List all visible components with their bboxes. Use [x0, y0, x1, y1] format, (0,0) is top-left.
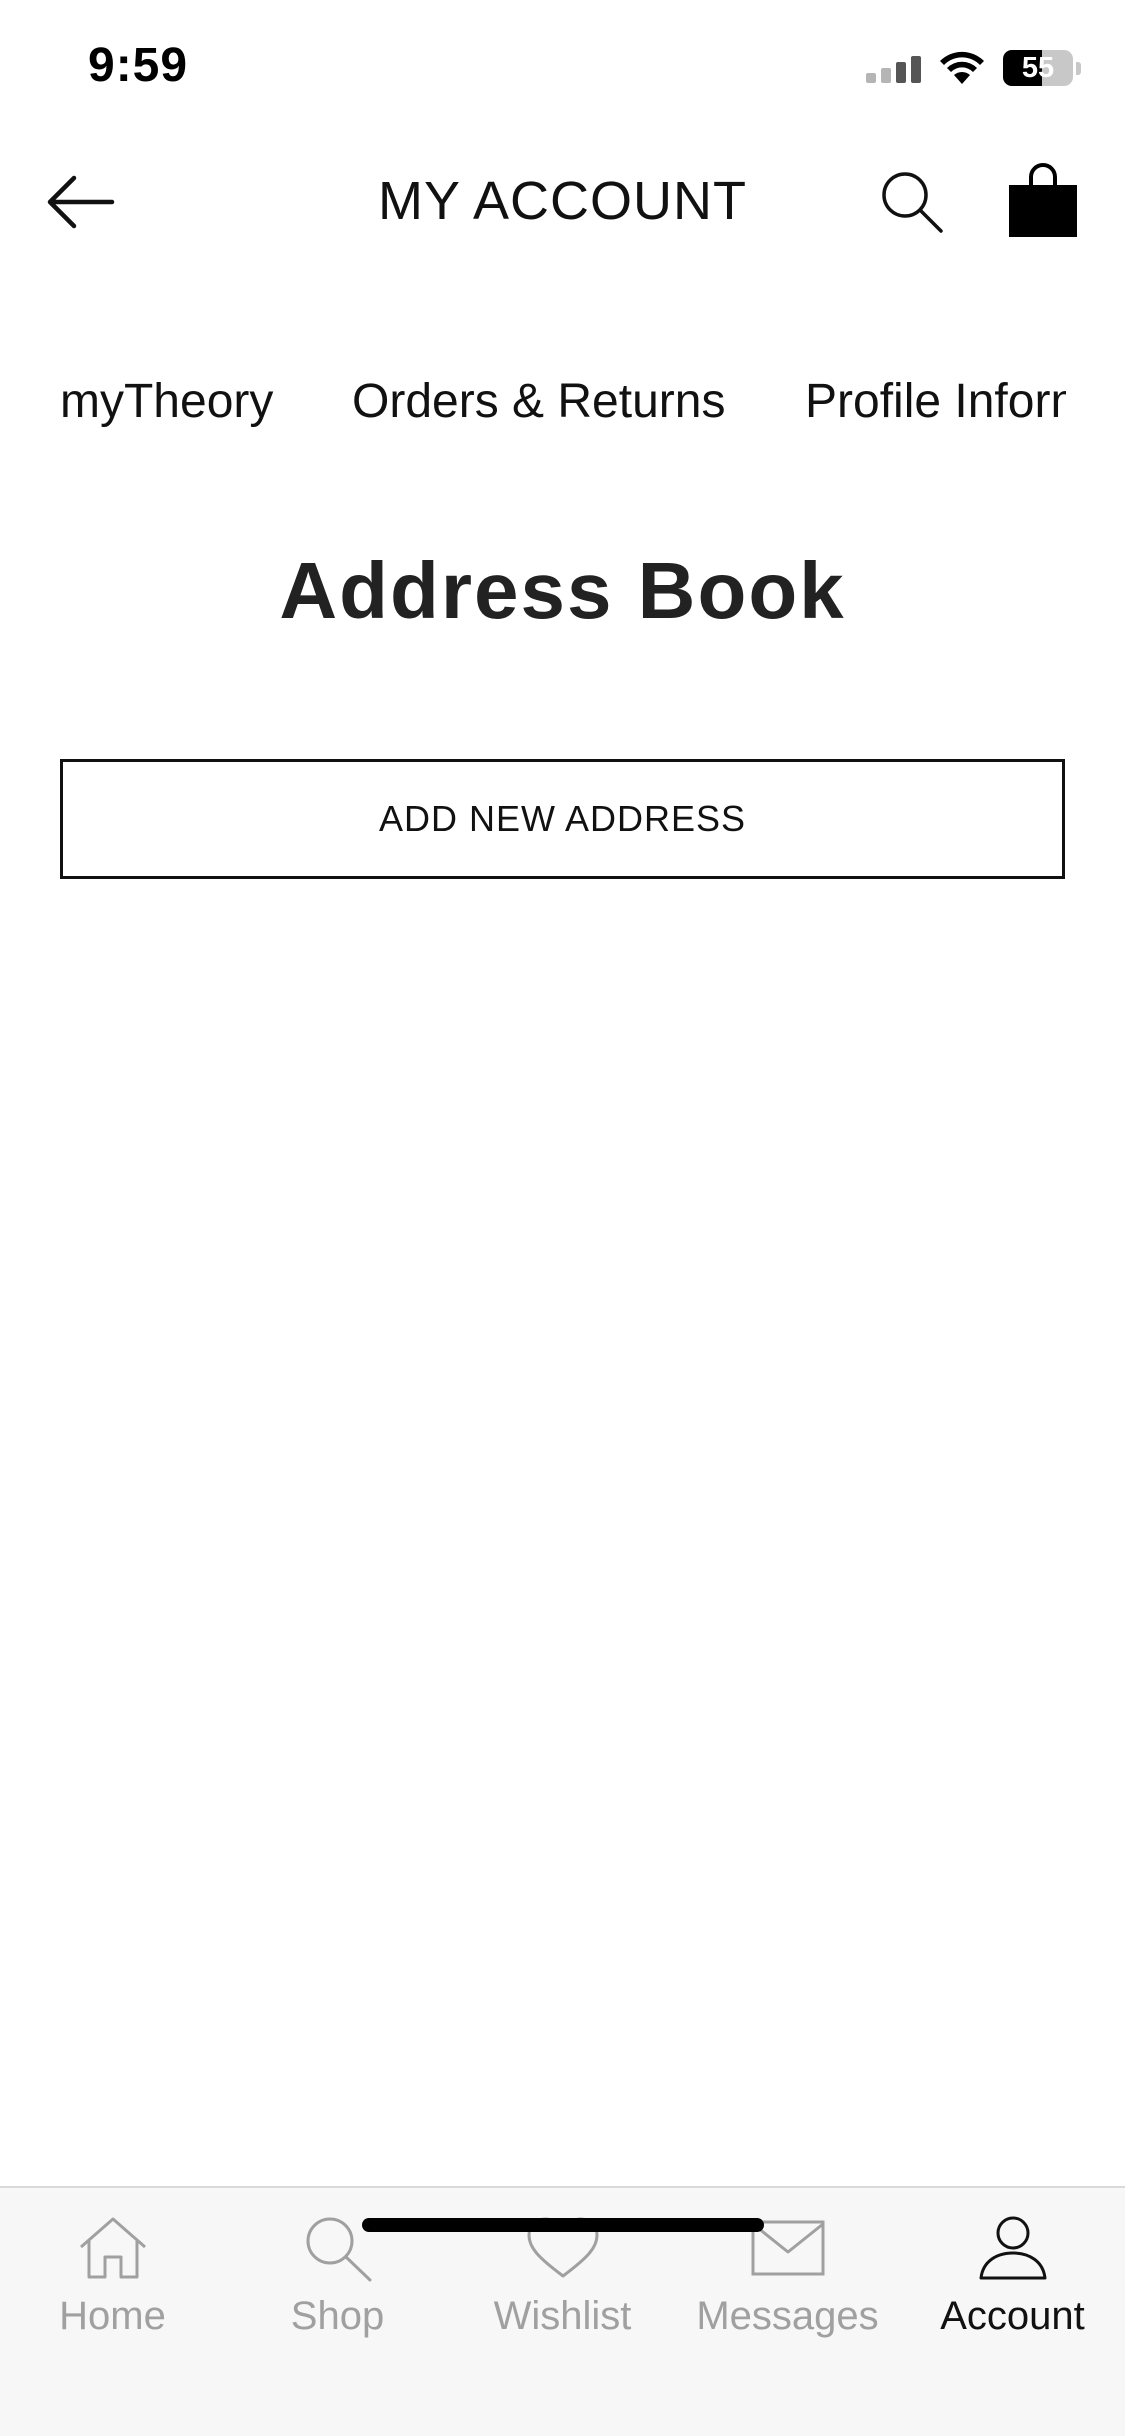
page-header-title: MY ACCOUNT [377, 171, 748, 231]
battery-icon: 55 [1003, 50, 1081, 86]
address-book-screen: 9:59 55 MY ACCOUNT myTheory Orders & Ret… [0, 0, 1125, 2436]
tab-wishlist-label: Wishlist [493, 2294, 632, 2338]
header-search-button[interactable] [872, 162, 952, 242]
app-header: MY ACCOUNT [0, 140, 1125, 260]
cellular-signal-icon [866, 53, 921, 83]
shopping-bag-icon [1009, 163, 1077, 237]
add-new-address-label: ADD NEW ADDRESS [378, 798, 747, 839]
shopping-bag-button[interactable] [1000, 158, 1086, 244]
search-icon [882, 172, 943, 233]
tab-account-label: Account [940, 2294, 1085, 2338]
page-title: Address Book [279, 546, 846, 635]
tab-shop-label: Shop [290, 2294, 385, 2338]
status-time: 9:59 [88, 39, 189, 92]
user-icon [958, 2208, 1068, 2288]
battery-percent: 55 [1021, 51, 1055, 84]
account-nav: myTheory Orders & Returns Profile Inform… [0, 370, 1125, 440]
status-bar: 9:59 55 [0, 0, 1125, 140]
account-nav-track[interactable]: myTheory Orders & Returns Profile Inform… [0, 370, 1066, 440]
tab-home-label: Home [59, 2294, 166, 2338]
home-icon [58, 2208, 168, 2288]
account-nav-item-orders-returns[interactable]: Orders & Returns [352, 374, 725, 429]
status-icons: 55 [866, 46, 1081, 90]
wifi-icon [940, 51, 984, 84]
add-new-address-button[interactable]: ADD NEW ADDRESS [60, 759, 1065, 879]
account-nav-item-mytheory[interactable]: myTheory [60, 374, 273, 429]
tab-account[interactable]: Account [900, 2208, 1125, 2358]
tab-messages-label: Messages [696, 2294, 879, 2338]
account-nav-item-profile-information[interactable]: Profile Information [805, 374, 1066, 429]
tab-home[interactable]: Home [0, 2208, 225, 2358]
home-indicator[interactable] [362, 2218, 764, 2232]
